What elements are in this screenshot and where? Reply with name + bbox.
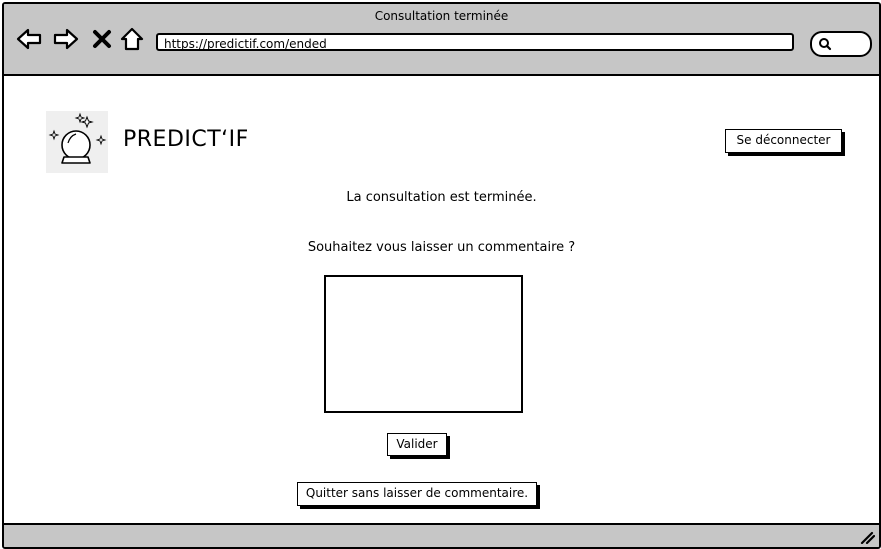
consultation-ended-message: La consultation est terminée. — [346, 190, 537, 205]
quit-without-comment-button[interactable]: Quitter sans laisser de commentaire. — [297, 482, 537, 506]
comment-prompt: Souhaitez vous laisser un commentaire ? — [307, 240, 576, 255]
crystal-ball-icon — [48, 112, 107, 164]
home-icon[interactable] — [119, 26, 145, 52]
window-title: Consultation terminée — [374, 9, 509, 23]
browser-toolbar: Consultation terminée https://predictif.… — [4, 4, 879, 76]
resize-grip-icon[interactable] — [859, 530, 875, 544]
search-icon — [819, 38, 832, 51]
url-bar[interactable]: https://predictif.com/ended — [156, 33, 794, 51]
brand-name: PREDICT‘IF — [123, 127, 249, 152]
search-field[interactable] — [810, 31, 872, 57]
crystal-ball-logo — [46, 111, 108, 173]
comment-textarea[interactable] — [324, 275, 523, 413]
validate-button[interactable]: Valider — [387, 433, 447, 456]
close-icon[interactable] — [91, 28, 113, 50]
forward-arrow-icon[interactable] — [53, 26, 79, 52]
back-arrow-icon[interactable] — [16, 26, 42, 52]
logout-button[interactable]: Se déconnecter — [725, 129, 842, 153]
status-bar — [4, 523, 879, 547]
browser-window: Consultation terminée https://predictif.… — [2, 2, 881, 549]
